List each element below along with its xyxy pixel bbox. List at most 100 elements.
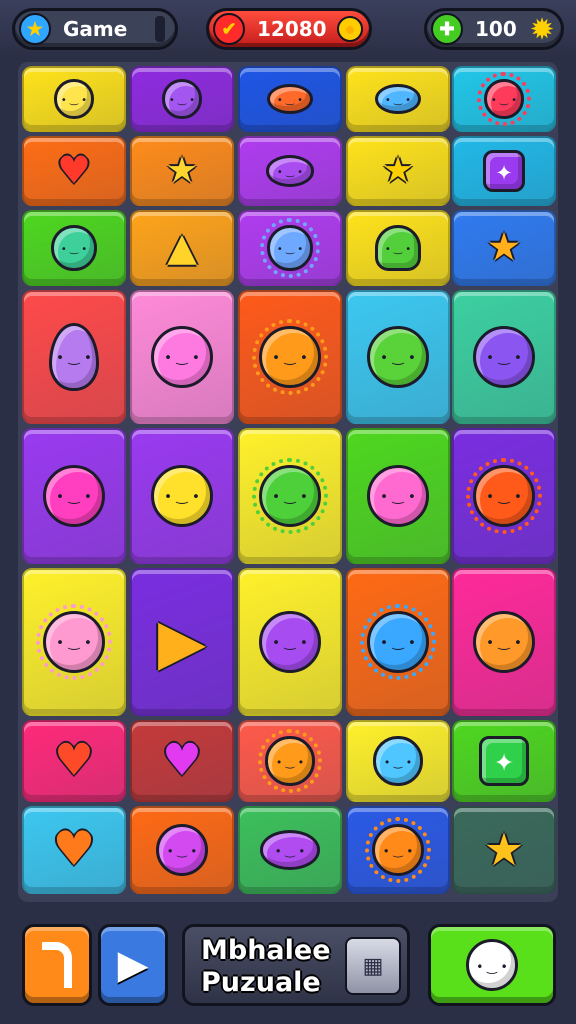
ear [515, 301, 538, 339]
ear [40, 453, 59, 477]
board-tile[interactable]: • ‿ • [346, 806, 450, 894]
board-tile[interactable]: • ‿ • [452, 290, 556, 424]
board-tile[interactable]: • ‿ • [346, 720, 450, 802]
board-tile[interactable]: ★ [130, 136, 234, 206]
creature-face: • ‿ • [276, 167, 304, 178]
board-tile[interactable]: • ‿ • [346, 290, 450, 424]
creature-face: • ‿ • [276, 243, 304, 255]
spiky-creature-icon: • ‿ • [260, 218, 320, 278]
board-tile[interactable]: ♥ [130, 720, 234, 802]
board-tile[interactable]: • ‿ • [130, 428, 234, 564]
hook-button[interactable] [22, 924, 92, 1006]
cat-creature-icon: • ‿ • [50, 217, 102, 271]
sun-creature-icon: • ‿ • [258, 729, 322, 793]
sparkle-icon: ✦ [493, 747, 515, 777]
gold-coin-icon: ● [337, 16, 363, 42]
mode-pill[interactable]: ★ Game [12, 8, 178, 50]
creature-face: • ‿ • [164, 489, 200, 506]
creature-face: • ‿ • [486, 350, 522, 367]
creature-face: • ‿ • [272, 489, 308, 506]
board-tile[interactable]: • ‿ • [130, 806, 234, 894]
board-tile[interactable]: • ‿ • [130, 66, 234, 132]
creature-face: • ‿ • [164, 350, 200, 367]
ear [409, 728, 427, 747]
board-tile[interactable]: • ‿ • [238, 210, 342, 286]
creature-face: • ‿ • [166, 844, 198, 859]
board-tile[interactable]: ♥ [22, 720, 126, 802]
board-tile[interactable]: ▶ [130, 568, 234, 716]
fish-creature-icon: • ‿ • [375, 84, 421, 114]
fox-creature-icon: • ‿ • [470, 599, 536, 674]
creature-face: • ‿ • [56, 635, 92, 652]
cone-icon: ▲ [167, 224, 197, 270]
board-tile[interactable]: • ‿ • [452, 428, 556, 564]
cat-creature-icon: • ‿ • [53, 72, 101, 119]
board-tile[interactable]: • ‿ • [346, 66, 450, 132]
board-tile[interactable]: ★ [452, 210, 556, 286]
board-tile[interactable]: • ‿ • [346, 210, 450, 286]
yellow-gear-icon: ✹ [531, 13, 553, 44]
board-tile[interactable]: ★ [452, 806, 556, 894]
bunny-creature-icon: • ‿ • [254, 586, 324, 674]
heart-icon: ♥ [54, 734, 94, 786]
blob-creature-icon: • ‿ • [259, 830, 321, 870]
creature-face: • ‿ • [60, 95, 88, 106]
coins-pill[interactable]: ✚ 100 ✹ [424, 8, 564, 50]
title-line-1: Mbhalee [201, 935, 331, 966]
board-tile[interactable]: • ‿ • [22, 290, 126, 424]
creature-face: • ‿ • [383, 755, 413, 769]
board-tile[interactable]: • ‿ • [346, 428, 450, 564]
board-tile[interactable]: • ‿ • [238, 290, 342, 424]
star-icon: ★ [382, 150, 414, 192]
hint-button[interactable]: • ‿ • [428, 924, 556, 1006]
creature-face: • ‿ • [56, 350, 92, 367]
ghost-creature-icon: • ‿ • [375, 225, 421, 271]
board-tile[interactable]: ★ [346, 136, 450, 206]
blob-creature-icon: • ‿ • [265, 155, 315, 187]
ear [83, 72, 101, 89]
menu-button[interactable]: ▦ [345, 937, 401, 995]
board-tile[interactable]: ✦ [452, 136, 556, 206]
green-gem-icon: ✚ [431, 13, 463, 45]
toggle-slot[interactable] [155, 16, 165, 42]
board-tile[interactable]: • ‿ • [238, 568, 342, 716]
heart-icon: ♥ [57, 148, 91, 193]
board-tile[interactable]: • ‿ • [238, 136, 342, 206]
score-value: 12080 [257, 17, 327, 41]
creature-face: • ‿ • [56, 489, 92, 506]
board-tile[interactable]: • ‿ • [22, 66, 126, 132]
board-tile[interactable]: • ‿ • [238, 428, 342, 564]
board-tile[interactable]: ✦ [452, 720, 556, 802]
board-tile[interactable]: • ‿ • [130, 290, 234, 424]
board-tile[interactable]: • ‿ • [346, 568, 450, 716]
ear [409, 440, 432, 478]
board-tile[interactable]: ♥ [22, 136, 126, 206]
creature-face: • ‿ • [272, 350, 308, 367]
board-tile[interactable]: ♥ [22, 806, 126, 894]
play-button[interactable]: ▶ [98, 924, 168, 1006]
sun-creature-icon: • ‿ • [364, 816, 432, 884]
star-creature-creature-icon: • ‿ • [161, 72, 209, 119]
board-tile[interactable]: • ‿ • [238, 720, 342, 802]
ear [301, 586, 324, 624]
board-tile[interactable]: • ‿ • [22, 210, 126, 286]
ear [362, 440, 385, 478]
board-tile[interactable]: • ‿ • [452, 568, 556, 716]
sun-creature-icon: • ‿ • [465, 457, 543, 535]
ear [50, 217, 68, 236]
board-tile[interactable]: • ‿ • [238, 66, 342, 132]
ear [84, 217, 102, 236]
flower-creature-icon: • ‿ • [477, 72, 531, 126]
board-tile[interactable]: ▲ [130, 210, 234, 286]
top-hud: ★ Game ✔ 12080 ● ✚ 100 ✹ [0, 0, 576, 58]
creature-face: • ‿ • [486, 489, 522, 506]
bunny-creature-icon: • ‿ • [146, 440, 216, 528]
board-tile[interactable]: • ‿ • [238, 806, 342, 894]
creature-face: • ‿ • [486, 635, 522, 652]
ear [468, 301, 491, 339]
spiky-creature-icon: • ‿ • [251, 457, 329, 535]
board-tile[interactable]: • ‿ • [22, 428, 126, 564]
board-tile[interactable]: • ‿ • [452, 66, 556, 132]
board-tile[interactable]: • ‿ • [22, 568, 126, 716]
egg-creature-icon: • ‿ • [49, 322, 99, 392]
